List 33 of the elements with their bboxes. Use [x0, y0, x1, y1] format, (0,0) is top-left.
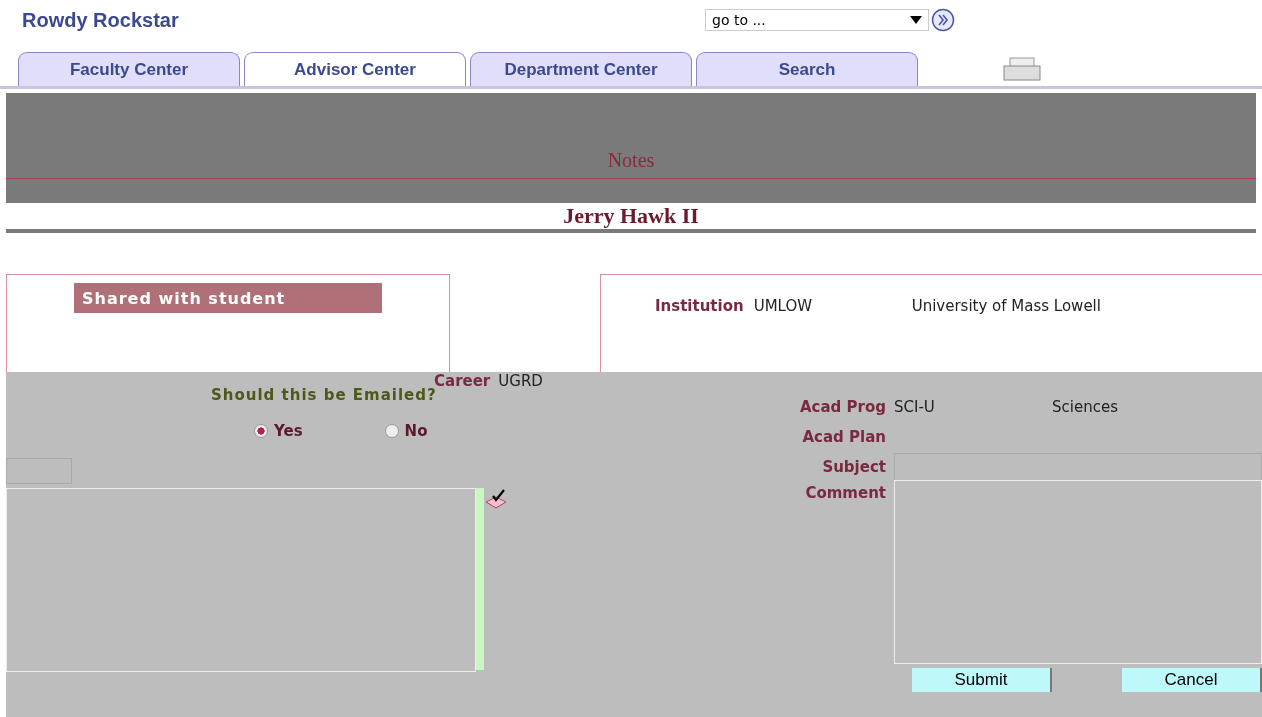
text-area[interactable] — [6, 488, 476, 672]
email-question: Should this be Emailed? — [211, 386, 438, 404]
panel-heading: Shared with student — [74, 283, 382, 313]
goto-dropdown[interactable]: go to ... — [705, 9, 929, 31]
field-label: Acad Plan — [801, 428, 886, 446]
tab[interactable]: Advisor Center — [244, 52, 466, 86]
radio-option[interactable]: No — [384, 422, 428, 440]
action-button[interactable]: Submit — [912, 668, 1052, 692]
input-field[interactable] — [6, 458, 72, 484]
student-name: Jerry Hawk II — [6, 203, 1256, 229]
field-label: Institution — [655, 297, 744, 315]
action-button[interactable]: Cancel — [1122, 668, 1262, 692]
subject-field[interactable] — [894, 453, 1262, 481]
tab[interactable]: Search — [696, 52, 918, 86]
tab[interactable]: Department Center — [470, 52, 692, 86]
field-label: Acad Prog — [799, 398, 886, 416]
user-name: Rowdy Rockstar — [22, 8, 180, 32]
scrollbar[interactable] — [476, 488, 484, 670]
field-value: UGRD — [498, 372, 543, 386]
field-label: Career — [434, 372, 491, 386]
field-value: SCI-U — [894, 398, 936, 416]
field-label: Comment — [804, 484, 886, 502]
field-value: UMLOW — [753, 297, 814, 315]
field-label: Subject — [821, 458, 886, 476]
comment-field[interactable] — [894, 480, 1262, 664]
page-title: Notes — [6, 149, 1256, 179]
radio-option[interactable]: Yes — [254, 422, 303, 440]
printer-icon[interactable] — [1002, 56, 1042, 82]
caret-icon — [910, 16, 922, 24]
field-value: University of Mass Lowell — [911, 297, 1101, 315]
go-icon[interactable] — [931, 8, 955, 32]
field-value: Sciences — [1052, 398, 1118, 416]
tab[interactable]: Faculty Center — [18, 52, 240, 86]
